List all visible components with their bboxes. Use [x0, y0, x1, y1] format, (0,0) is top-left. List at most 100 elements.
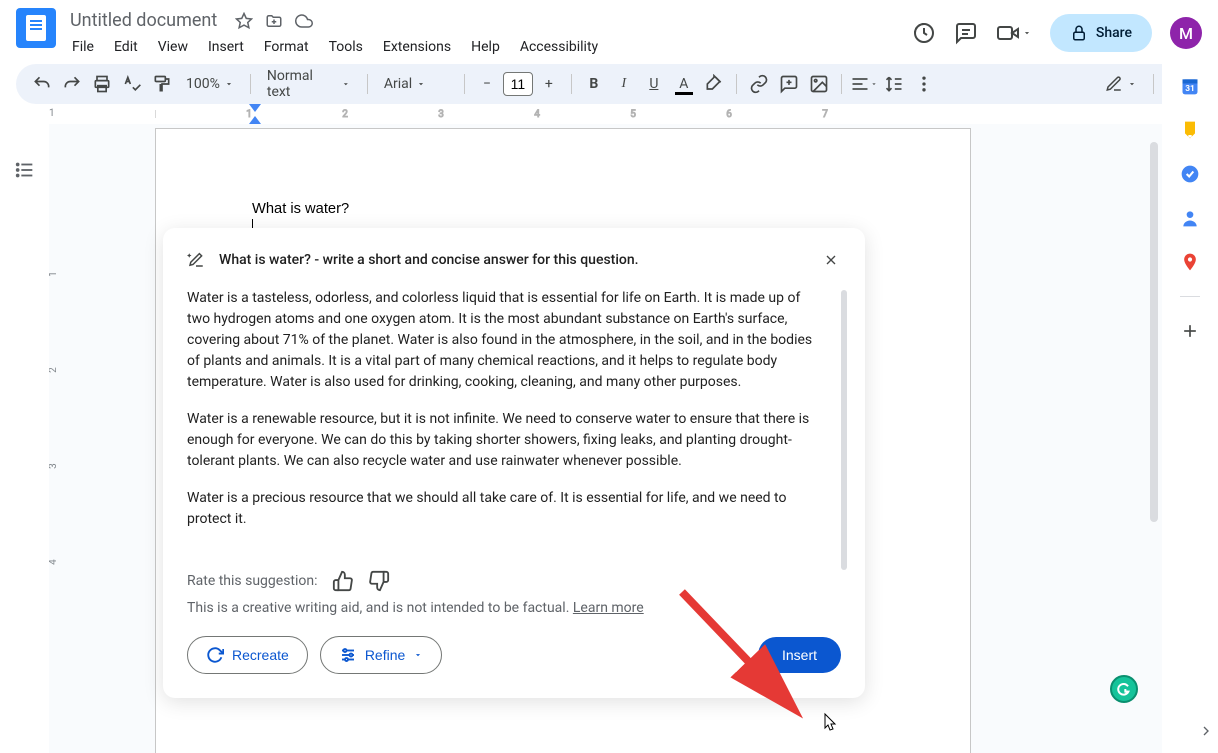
font-dropdown[interactable]: Arial: [376, 70, 456, 98]
history-icon[interactable]: [912, 21, 936, 45]
docs-logo-icon[interactable]: [16, 8, 56, 48]
tasks-icon[interactable]: [1180, 164, 1200, 184]
tune-icon: [339, 646, 357, 664]
contacts-icon[interactable]: [1180, 208, 1200, 228]
toolbar: 100% Normal text Arial − + B I U A: [16, 64, 1202, 104]
insert-link-button[interactable]: [745, 70, 773, 98]
ai-paragraph-3: Water is a precious resource that we sho…: [187, 488, 823, 530]
more-button[interactable]: [910, 70, 938, 98]
menu-help[interactable]: Help: [463, 35, 508, 59]
menu-tools[interactable]: Tools: [321, 35, 371, 59]
ai-disclaimer: This is a creative writing aid, and is n…: [187, 600, 841, 616]
print-button[interactable]: [88, 70, 116, 98]
title-icons: [235, 12, 313, 30]
svg-text:3: 3: [49, 463, 59, 469]
keep-icon[interactable]: [1180, 120, 1200, 140]
svg-text:4: 4: [49, 559, 59, 565]
calendar-icon[interactable]: 31: [1180, 76, 1200, 96]
recreate-button[interactable]: Recreate: [187, 636, 308, 674]
divider: [1180, 296, 1200, 297]
app-header: Untitled document File Edit View Insert …: [0, 0, 1218, 64]
header-right: Share M: [912, 8, 1202, 52]
svg-text:7: 7: [822, 109, 828, 120]
horizontal-ruler[interactable]: 1 1 2 3 4 5 6 7: [49, 106, 1156, 124]
svg-text:1: 1: [49, 271, 59, 277]
ai-actions-row: Recreate Refine Insert: [187, 636, 841, 674]
underline-button[interactable]: U: [640, 70, 668, 98]
ruler-ticks: 1 2 3 4 5 6 7: [155, 106, 1156, 122]
lock-icon: [1070, 24, 1088, 42]
title-row: Untitled document: [64, 8, 912, 33]
svg-text:5: 5: [630, 109, 636, 120]
show-side-panel-button[interactable]: [1194, 719, 1218, 743]
maps-icon[interactable]: [1180, 252, 1200, 272]
highlight-button[interactable]: [700, 70, 728, 98]
get-addons-icon[interactable]: [1180, 321, 1200, 341]
left-gutter: [0, 124, 49, 753]
ai-panel-header: What is water? - write a short and conci…: [187, 250, 841, 270]
line-spacing-button[interactable]: [880, 70, 908, 98]
text-color-button[interactable]: A: [670, 70, 698, 98]
thumbs-down-button[interactable]: [368, 570, 390, 592]
font-size-input[interactable]: [503, 72, 533, 96]
italic-button[interactable]: I: [610, 70, 638, 98]
comments-icon[interactable]: [954, 21, 978, 45]
paint-format-button[interactable]: [148, 70, 176, 98]
ai-paragraph-2: Water is a renewable resource, but it is…: [187, 409, 823, 472]
menu-extensions[interactable]: Extensions: [375, 35, 459, 59]
menu-edit[interactable]: Edit: [106, 35, 146, 59]
style-dropdown[interactable]: Normal text: [259, 70, 359, 98]
document-text[interactable]: What is water?: [252, 201, 874, 217]
menu-accessibility[interactable]: Accessibility: [512, 35, 606, 59]
menu-bar: File Edit View Insert Format Tools Exten…: [64, 35, 912, 59]
insert-button[interactable]: Insert: [758, 637, 841, 673]
ai-prompt-title: What is water? - write a short and conci…: [219, 252, 807, 268]
svg-text:31: 31: [1185, 84, 1195, 94]
add-comment-button[interactable]: [775, 70, 803, 98]
learn-more-link[interactable]: Learn more: [573, 600, 644, 616]
zoom-dropdown[interactable]: 100%: [178, 70, 242, 98]
indent-marker-icon[interactable]: [249, 104, 261, 112]
menu-format[interactable]: Format: [256, 35, 317, 59]
menu-view[interactable]: View: [150, 35, 196, 59]
font-size-increase[interactable]: +: [535, 70, 563, 98]
menu-insert[interactable]: Insert: [200, 35, 252, 59]
font-size-group: − +: [473, 70, 563, 98]
document-title[interactable]: Untitled document: [64, 8, 223, 33]
pencil-sparkle-icon: [187, 251, 205, 269]
menu-file[interactable]: File: [64, 35, 102, 59]
cloud-status-icon[interactable]: [295, 12, 313, 30]
refine-button[interactable]: Refine: [320, 636, 442, 674]
svg-text:2: 2: [49, 367, 59, 373]
redo-button[interactable]: [58, 70, 86, 98]
ai-suggestion-panel: What is water? - write a short and conci…: [163, 228, 865, 698]
meet-icon[interactable]: [996, 21, 1032, 45]
outline-toggle-button[interactable]: [9, 154, 41, 186]
close-button[interactable]: [821, 250, 841, 270]
spellcheck-button[interactable]: [118, 70, 146, 98]
ai-scrollbar[interactable]: [841, 290, 847, 570]
title-area: Untitled document File Edit View Insert …: [64, 8, 912, 59]
editing-mode-button[interactable]: [1097, 70, 1145, 98]
ai-response-body: Water is a tasteless, odorless, and colo…: [187, 288, 841, 546]
ai-paragraph-1: Water is a tasteless, odorless, and colo…: [187, 288, 823, 393]
main-scrollbar[interactable]: [1150, 142, 1158, 522]
vertical-ruler[interactable]: 1 2 3 4: [49, 124, 63, 753]
bold-button[interactable]: B: [580, 70, 608, 98]
svg-text:3: 3: [438, 109, 444, 120]
insert-image-button[interactable]: [805, 70, 833, 98]
grammarly-icon[interactable]: [1110, 675, 1138, 703]
share-button[interactable]: Share: [1050, 14, 1152, 52]
svg-text:6: 6: [726, 109, 732, 120]
chevron-down-icon: [413, 650, 423, 660]
star-icon[interactable]: [235, 12, 253, 30]
align-button[interactable]: [850, 70, 878, 98]
user-avatar[interactable]: M: [1170, 17, 1202, 49]
thumbs-up-button[interactable]: [332, 570, 354, 592]
ai-rate-row: Rate this suggestion:: [187, 570, 841, 592]
font-size-decrease[interactable]: −: [473, 70, 501, 98]
undo-button[interactable]: [28, 70, 56, 98]
move-icon[interactable]: [265, 12, 283, 30]
indent-marker-bottom-icon[interactable]: [249, 116, 261, 124]
right-side-panel: 31: [1162, 64, 1218, 753]
